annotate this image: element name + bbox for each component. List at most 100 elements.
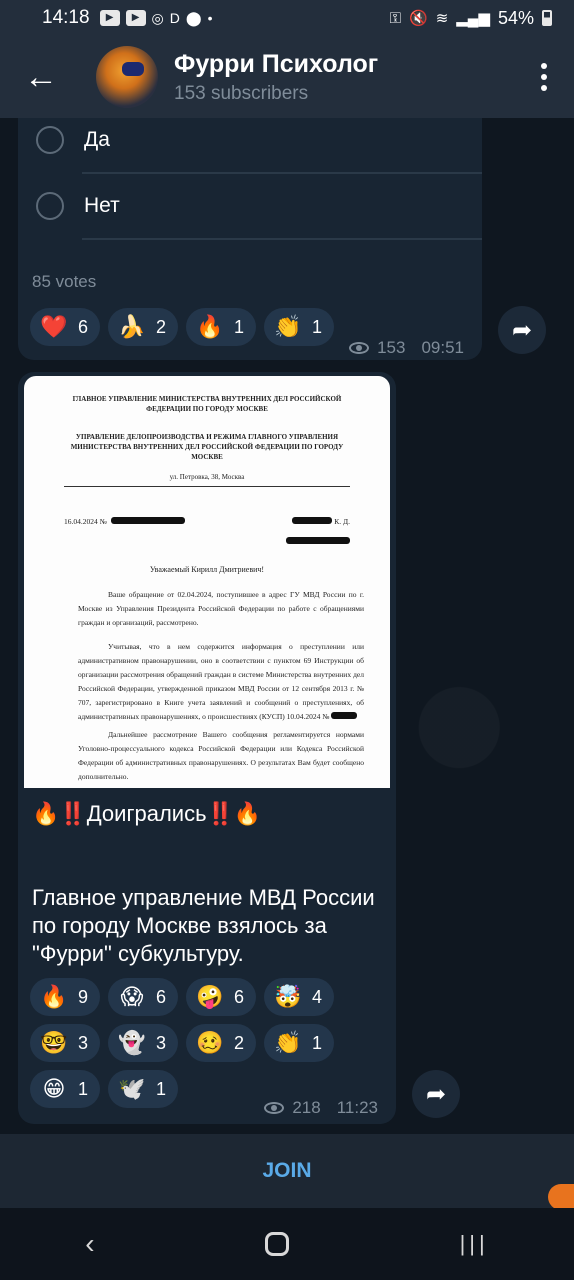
nerd-face-icon: 🤓 xyxy=(40,1030,68,1055)
reaction-chip[interactable]: 🥴 2 xyxy=(186,1024,257,1062)
status-notification-icons: ▶ ▶ ◎ D ⬤ • xyxy=(99,9,212,27)
reaction-count: 1 xyxy=(312,316,323,337)
reaction-chip[interactable]: 🔥 9 xyxy=(30,978,101,1016)
reaction-count: 3 xyxy=(156,1032,167,1053)
doc-header-ministry: ГЛАВНОЕ УПРАВЛЕНИЕ МИНИСТЕРСТВА ВНУТРЕНН… xyxy=(72,395,342,413)
clap-icon: 👏 xyxy=(274,314,302,339)
app-badge-icon xyxy=(548,1184,574,1210)
reaction-chip[interactable]: 🤯 4 xyxy=(264,978,335,1016)
channel-header: ← Фурри Психолог 153 subscribers xyxy=(0,36,574,118)
divider xyxy=(82,238,482,240)
nav-home-icon[interactable] xyxy=(265,1232,290,1256)
channel-info[interactable]: Фурри Психолог 153 subscribers xyxy=(174,50,514,105)
post-headline: 🔥‼️Доигрались‼️🔥 xyxy=(32,801,262,826)
join-button[interactable]: JOIN xyxy=(262,1159,311,1183)
wifi-icon: ≋ xyxy=(435,10,449,27)
doc-date-row: 16.04.2024 № К. Д. xyxy=(64,517,350,557)
doc-date: 16.04.2024 № xyxy=(64,517,107,526)
doc-paragraph: Ваше обращение от 02.04.2024, поступивше… xyxy=(78,590,364,627)
doc-paragraph-text: Учитывая, что в нем содержится информаци… xyxy=(78,642,364,721)
post-body: Главное управление МВД России по городу … xyxy=(32,885,375,966)
redaction xyxy=(110,517,185,524)
chat-area[interactable]: Да Нет 85 votes ❤️ 6 🍌 2 🔥 1 👏 1 153 09:… xyxy=(0,118,574,1134)
message-meta: 218 11:23 xyxy=(264,1098,378,1118)
post-reactions: 🔥 9 😱 6 🤪 6 🤯 4 🤓 3 👻 3 🥴 2 👏 1 😁 1 🕊️ 1 xyxy=(30,978,350,1108)
share-button[interactable]: ➦ xyxy=(498,306,546,354)
navigation-bar: ‹ ||| xyxy=(0,1208,574,1280)
back-button[interactable]: ← xyxy=(0,36,82,118)
share-icon: ➦ xyxy=(425,1080,447,1108)
reaction-chip[interactable]: 👻 3 xyxy=(108,1024,179,1062)
reaction-chip[interactable]: 🤪 6 xyxy=(186,978,257,1016)
status-right: ⚿ 🔇 ≋ ▂▄▆ 54% xyxy=(390,8,552,29)
location-icon: ⬤ xyxy=(185,9,202,26)
poll-option[interactable]: Да xyxy=(18,118,482,172)
poll-option-label: Да xyxy=(84,128,110,151)
dot-icon xyxy=(541,63,547,69)
ghost-icon: 👻 xyxy=(118,1030,146,1055)
doc-paragraph: Дальнейшее рассмотрение Вашего сообщения… xyxy=(78,730,364,781)
fire-icon: 🔥 xyxy=(40,984,68,1009)
doc-paragraph: Учитывая, что в нем содержится информаци… xyxy=(78,640,364,724)
reaction-chip[interactable]: ❤️ 6 xyxy=(30,308,101,346)
reaction-chip[interactable]: 🔥 1 xyxy=(186,308,257,346)
share-button[interactable]: ➦ xyxy=(412,1070,460,1118)
nav-back-icon[interactable]: ‹ xyxy=(85,1228,94,1260)
banana-icon: 🍌 xyxy=(118,314,146,339)
join-bar[interactable]: JOIN xyxy=(0,1134,574,1210)
arrow-left-icon: ← xyxy=(24,57,58,96)
redaction xyxy=(331,712,358,719)
doc-address: ул. Петровка, 38, Москва xyxy=(64,472,350,487)
battery-icon xyxy=(542,10,552,26)
reaction-chip[interactable]: 🕊️ 1 xyxy=(108,1070,179,1108)
grin-icon: 😁 xyxy=(42,1076,66,1101)
reaction-count: 2 xyxy=(156,316,167,337)
nav-recents-icon[interactable]: ||| xyxy=(460,1231,489,1257)
reaction-count: 2 xyxy=(234,1032,245,1053)
eye-icon xyxy=(349,342,370,354)
reaction-count: 6 xyxy=(156,986,167,1007)
view-count: 218 xyxy=(292,1098,321,1117)
mute-icon: 🔇 xyxy=(409,10,428,27)
radio-button[interactable] xyxy=(36,126,64,154)
reaction-chip[interactable]: 😱 6 xyxy=(108,978,179,1016)
redaction xyxy=(286,537,350,544)
more-options-button[interactable] xyxy=(514,63,574,91)
scream-icon: 😱 xyxy=(120,984,144,1009)
reaction-count: 3 xyxy=(78,1032,89,1053)
heart-icon: ❤️ xyxy=(40,314,68,339)
reaction-chip[interactable]: 👏 1 xyxy=(264,1024,335,1062)
reaction-chip[interactable]: 👏 1 xyxy=(264,308,335,346)
channel-subscribers: 153 subscribers xyxy=(174,82,309,104)
reaction-count: 1 xyxy=(234,316,245,337)
reaction-count: 6 xyxy=(78,316,89,337)
channel-avatar[interactable] xyxy=(96,46,158,108)
youtube-icon: ▶ xyxy=(125,10,146,26)
dot-icon xyxy=(541,74,547,80)
d-app-icon: D xyxy=(169,10,180,26)
doc-greeting: Уважаемый Кирилл Дмитриевич! xyxy=(149,565,265,574)
reaction-chip[interactable]: 🍌 2 xyxy=(108,308,179,346)
channel-post: ГЛАВНОЕ УПРАВЛЕНИЕ МИНИСТЕРСТВА ВНУТРЕНН… xyxy=(18,372,396,1124)
share-icon: ➦ xyxy=(511,316,533,344)
message-meta: 153 09:51 xyxy=(349,338,464,358)
dot-icon xyxy=(541,85,547,91)
poll-reactions: ❤️ 6 🍌 2 🔥 1 👏 1 xyxy=(30,308,390,346)
reaction-count: 1 xyxy=(78,1078,89,1099)
youtube-icon: ▶ xyxy=(99,10,120,26)
poll-option[interactable]: Нет xyxy=(18,174,482,238)
exploding-head-icon: 🤯 xyxy=(274,984,302,1009)
reaction-count: 1 xyxy=(312,1032,323,1053)
instagram-icon: ◎ xyxy=(151,9,164,26)
radio-button[interactable] xyxy=(36,192,64,220)
clap-icon: 👏 xyxy=(274,1030,302,1055)
message-time: 11:23 xyxy=(336,1098,378,1117)
dove-icon: 🕊️ xyxy=(118,1076,146,1101)
status-time: 14:18 xyxy=(42,7,90,28)
poll-votes: 85 votes xyxy=(32,272,97,291)
reaction-chip[interactable]: 😁 1 xyxy=(30,1070,101,1108)
reaction-count: 9 xyxy=(78,986,89,1007)
channel-title: Фурри Психолог xyxy=(174,49,379,78)
reaction-chip[interactable]: 🤓 3 xyxy=(30,1024,101,1062)
document-image[interactable]: ГЛАВНОЕ УПРАВЛЕНИЕ МИНИСТЕРСТВА ВНУТРЕНН… xyxy=(24,376,390,788)
